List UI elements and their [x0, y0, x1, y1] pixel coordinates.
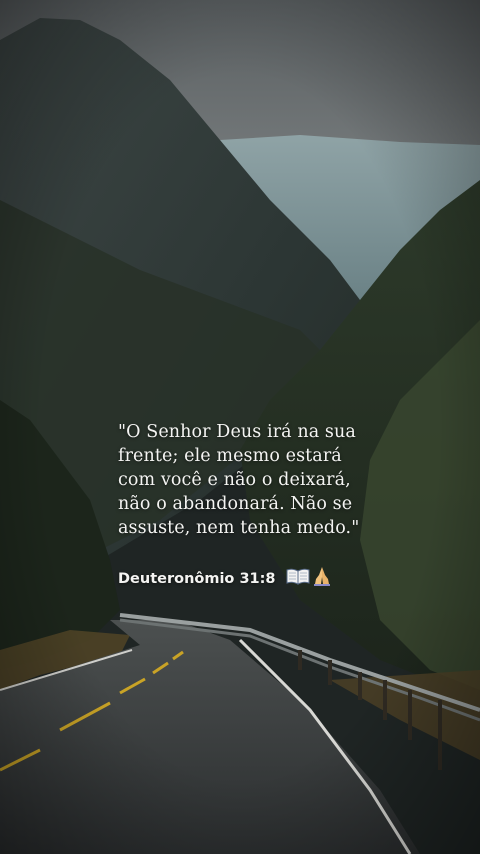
praying-hands-icon	[312, 566, 332, 591]
verse-overlay: "O Senhor Deus irá na sua frente; ele me…	[118, 420, 378, 591]
verse-text: "O Senhor Deus irá na sua frente; ele me…	[118, 422, 360, 538]
open-book-icon	[286, 567, 310, 590]
verse-reference: Deuteronômio 31:8	[118, 570, 276, 587]
reference-row: Deuteronômio 31:8	[118, 566, 378, 591]
